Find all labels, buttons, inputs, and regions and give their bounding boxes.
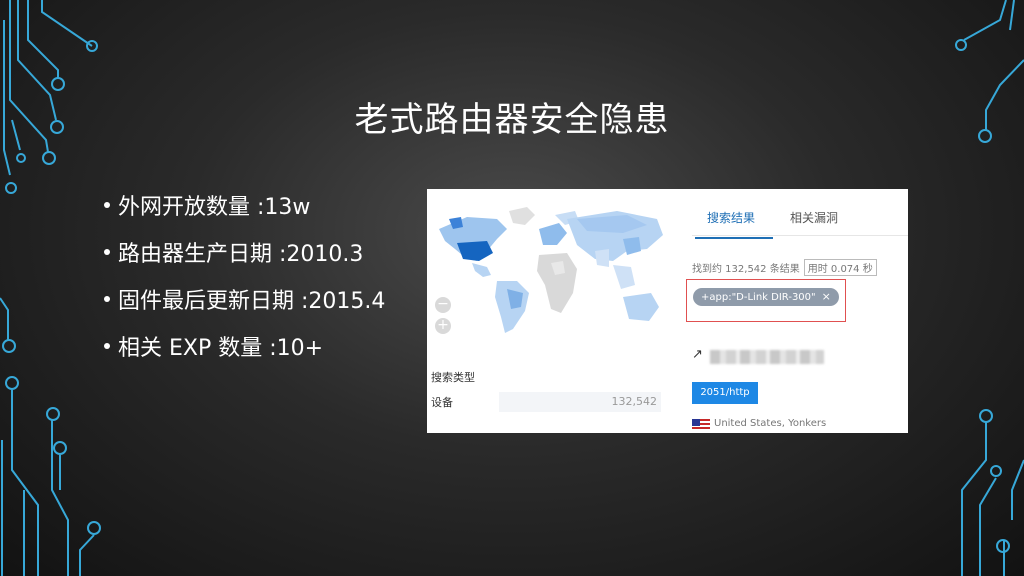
search-results-screenshot: − + 搜索类型 设备 132,542 搜索结果 相关漏洞 找到约 132,54… [427, 189, 908, 433]
device-count[interactable]: 132,542 [499, 392, 661, 412]
bullet-dot-icon [104, 343, 110, 349]
bullet-text: 外网开放数量 :13w [118, 195, 311, 220]
slide-title: 老式路由器安全隐患 [354, 100, 670, 140]
us-flag-icon [692, 419, 710, 431]
filter-chip[interactable]: +app:"D-Link DIR-300" × [693, 288, 839, 306]
bullet-item: 相关 EXP 数量 :10+ [104, 337, 385, 384]
bullet-dot-icon [104, 202, 110, 208]
bullet-dot-icon [104, 249, 110, 255]
time-badge: 用时 0.074 秒 [803, 259, 877, 276]
zoom-in-button[interactable]: + [435, 318, 451, 334]
device-label: 设备 [431, 396, 453, 409]
search-type-label: 搜索类型 [431, 371, 475, 384]
result-count: 找到约 132,542 条结果 用时 0.074 秒 [692, 259, 877, 276]
world-map [427, 189, 677, 349]
circuit-decoration-right-bottom [940, 400, 1024, 576]
bullet-text: 相关 EXP 数量 :10+ [118, 336, 324, 361]
close-icon[interactable]: × [822, 290, 831, 303]
result-tabs: 搜索结果 相关漏洞 [692, 189, 908, 239]
location-text: United States, Yonkers [714, 418, 827, 429]
filter-chip-text: +app:"D-Link DIR-300" [701, 292, 816, 303]
bullet-item: 外网开放数量 :13w [104, 196, 385, 243]
tab-related-vulnerabilities[interactable]: 相关漏洞 [790, 209, 838, 226]
bullet-item: 路由器生产日期 :2010.3 [104, 243, 385, 290]
bullet-text: 路由器生产日期 :2010.3 [118, 242, 364, 267]
bullet-list: 外网开放数量 :13w 路由器生产日期 :2010.3 固件最后更新日期 :20… [104, 196, 385, 384]
zoom-out-button[interactable]: − [435, 297, 451, 313]
bullet-dot-icon [104, 296, 110, 302]
tab-search-results[interactable]: 搜索结果 [694, 209, 774, 239]
highlighted-filter-box: +app:"D-Link DIR-300" × [686, 279, 846, 322]
external-link-icon[interactable]: ↗ [692, 347, 703, 362]
blurred-host-address [710, 350, 824, 364]
result-count-text: 找到约 132,542 条结果 [692, 264, 800, 275]
bullet-text: 固件最后更新日期 :2015.4 [118, 289, 386, 314]
bullet-item: 固件最后更新日期 :2015.4 [104, 290, 385, 337]
circuit-decoration-left-bottom [0, 290, 110, 576]
port-button[interactable]: 2051/http [692, 382, 758, 404]
